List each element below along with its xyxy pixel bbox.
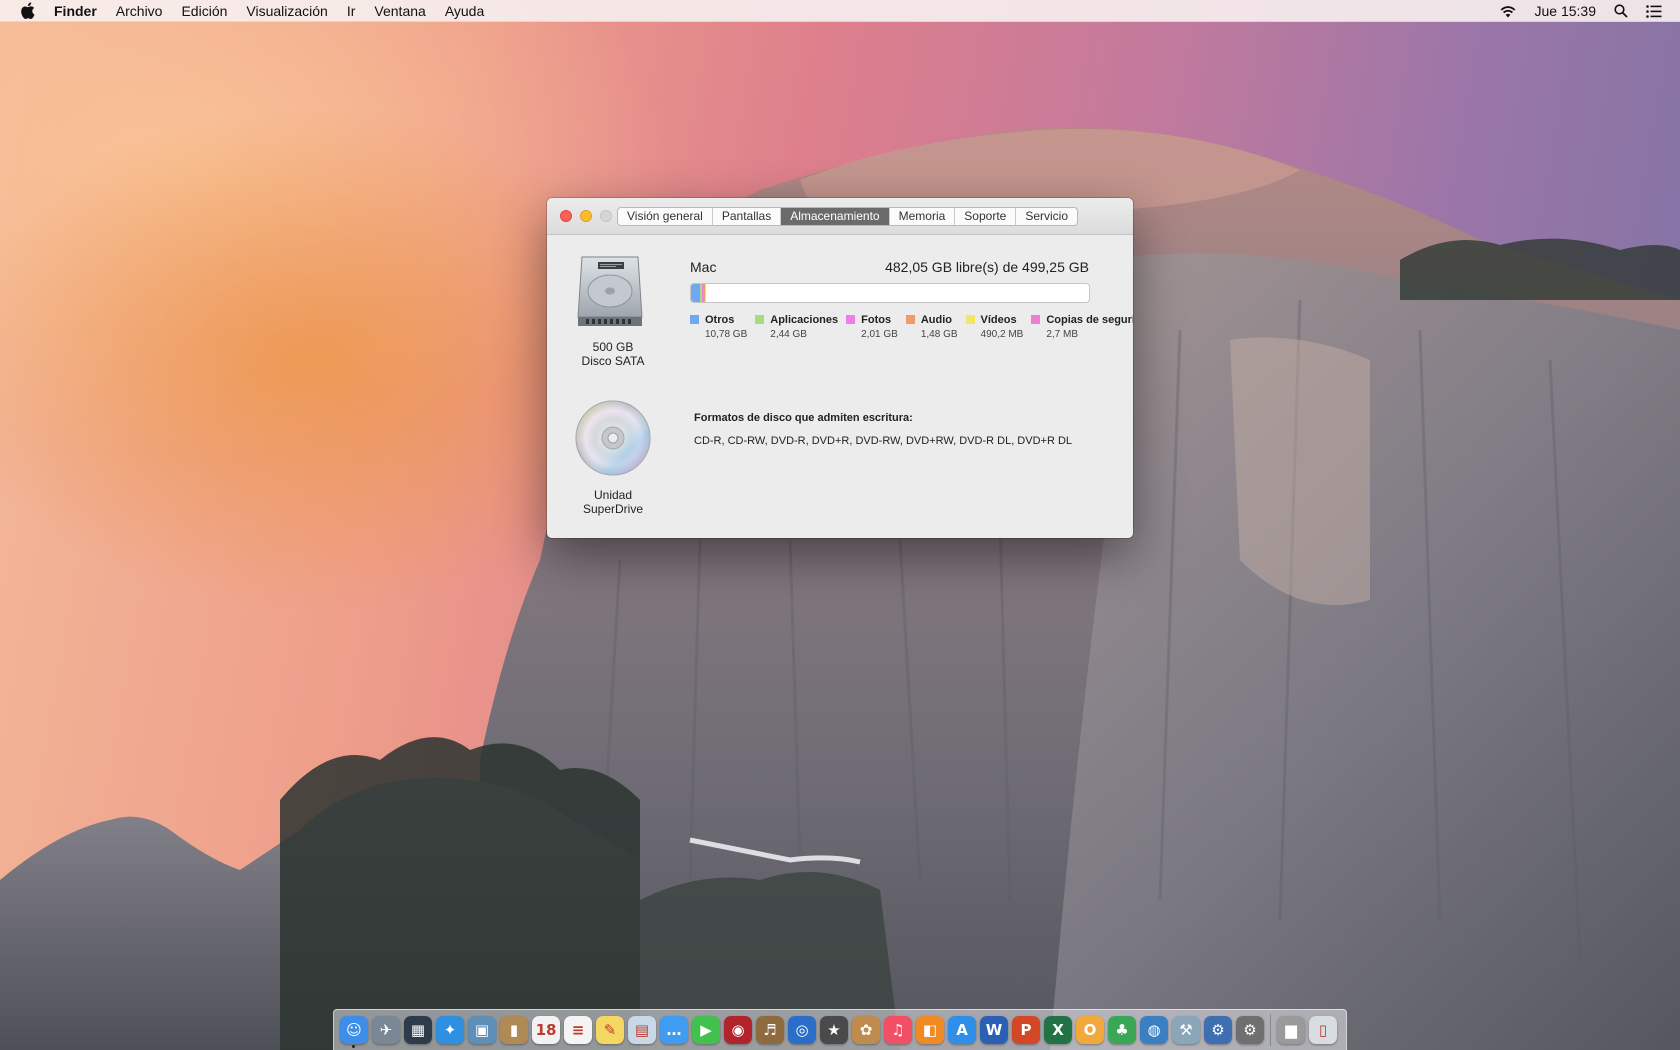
ibooks-icon[interactable]: ◧ [916,1016,944,1044]
menu-extras: Jue 15:39 [1499,0,1680,22]
tab-pantallas[interactable]: Pantallas [713,208,782,225]
contacts-icon[interactable]: ▮ [500,1016,528,1044]
messages-icon[interactable]: … [660,1016,688,1044]
dock-separator [1270,1014,1271,1046]
word-icon[interactable]: W [980,1016,1008,1044]
legend-swatch [755,315,765,324]
mission-control-icon[interactable]: ▦ [404,1016,432,1044]
powerpoint-icon[interactable]: P [1012,1016,1040,1044]
legend-swatch [1031,315,1041,324]
notification-center-icon[interactable] [1646,4,1662,18]
menu-app-name[interactable]: Finder [54,3,97,19]
xcode-icon[interactable]: ⚙ [1204,1016,1232,1044]
system-preferences-icon[interactable]: ⚙ [1236,1016,1264,1044]
legend-name: Copias de seguridad [1046,314,1133,326]
legend-audio: Audio 1,48 GB [905,313,958,342]
volume-free-space: 482,05 GB libre(s) de 499,25 GB [885,259,1089,275]
photo-booth-icon[interactable]: ◉ [724,1016,752,1044]
dvd-player-icon[interactable]: ◎ [788,1016,816,1044]
writable-formats-title: Formatos de disco que admiten escritura: [694,412,913,424]
legend-size: 490,2 MB [980,329,1024,340]
garageband-icon[interactable]: ♬ [756,1016,784,1044]
legend-swatch [846,315,856,324]
volume-name: Mac [690,259,717,275]
menu-ventana[interactable]: Ventana [374,3,425,19]
legend-swatch [905,315,915,324]
storage-usage-bar [690,283,1090,303]
apple-menu-icon[interactable] [20,2,36,19]
facetime-icon[interactable]: ▶ [692,1016,720,1044]
network-globe-icon[interactable]: ◍ [1140,1016,1168,1044]
safari-icon[interactable]: ✦ [436,1016,464,1044]
minimize-button[interactable] [580,210,592,222]
trash-icon[interactable]: ▯ [1309,1016,1337,1044]
storage-segment [691,284,700,302]
menu-ir[interactable]: Ir [347,3,356,19]
disk-capacity: 500 GB [592,340,634,354]
calendar-icon[interactable]: 18 [532,1016,560,1044]
preview-icon[interactable]: ▣ [468,1016,496,1044]
legend-otros: Otros 10,78 GB [690,313,747,342]
finder-icon[interactable]: ☺ [340,1016,368,1044]
window-titlebar[interactable]: Visión general Pantallas Almacenamiento … [547,198,1133,235]
utility-icon[interactable]: ⚒ [1172,1016,1200,1044]
optical-disc-icon [575,400,651,476]
wifi-icon[interactable] [1499,5,1517,18]
close-button[interactable] [560,210,572,222]
excel-icon[interactable]: X [1044,1016,1072,1044]
dock: ☺ ✈ ▦ ✦ ▣ ▮ 18 ≡ ✎ ▤… ▶ ◉ ♬ ◎ ★ ✿ ♫ ◧ A W P X O ♣ ◍ ⚒ ⚙ ⚙ ▆ ▯ [333,1009,1347,1050]
legend-size: 10,78 GB [705,329,748,340]
downloads-stack-icon[interactable]: ▆ [1277,1016,1305,1044]
disk-type: Disco SATA [581,354,645,368]
legend-size: 2,44 GB [770,329,807,340]
menu-visualizacion[interactable]: Visualización [246,3,327,19]
menu-bar: Finder Archivo Edición Visualización Ir … [0,0,1680,22]
launchpad-icon[interactable]: ✈ [372,1016,400,1044]
legend-copias: Copias de seguridad 2,7 MB [1031,313,1133,342]
hard-disk-icon [577,256,643,326]
app-store-icon[interactable]: A [948,1016,976,1044]
iphoto-icon[interactable]: ✿ [852,1016,880,1044]
legend-size: 2,7 MB [1046,329,1079,340]
imovie-icon[interactable]: ★ [820,1016,848,1044]
zoom-button [600,210,612,222]
storage-legend: Otros 10,78 GB Aplicaciones 2,44 GB Foto… [690,313,1133,342]
legend-swatch [965,315,975,324]
storage-panel: 500 GB Disco SATA Mac 482,05 GB libre(s)… [547,235,1133,538]
tab-servicio[interactable]: Servicio [1016,208,1077,225]
legend-size: 2,01 GB [861,329,898,340]
legend-name: Aplicaciones [770,314,839,326]
legend-aplicaciones: Aplicaciones 2,44 GB [755,313,838,342]
legend-fotos: Fotos 2,01 GB [846,313,898,342]
optical-drive-name: Unidad SuperDrive [582,488,644,516]
tab-memoria[interactable]: Memoria [890,208,956,225]
tab-bar: Visión general Pantallas Almacenamiento … [617,207,1079,226]
spotlight-icon[interactable] [1614,4,1628,18]
menu-archivo[interactable]: Archivo [116,3,163,19]
menu-ayuda[interactable]: Ayuda [445,3,484,19]
outlook-icon[interactable]: O [1076,1016,1104,1044]
tab-almacenamiento[interactable]: Almacenamiento [781,208,890,225]
messenger-icon[interactable]: ♣ [1108,1016,1136,1044]
clock[interactable]: Jue 15:39 [1535,3,1597,19]
photo-browser-icon[interactable]: ▤ [628,1016,656,1044]
tab-vision-general[interactable]: Visión general [618,208,713,225]
notes-icon[interactable]: ✎ [596,1016,624,1044]
about-this-mac-window: Visión general Pantallas Almacenamiento … [547,198,1133,538]
menu-edicion[interactable]: Edición [181,3,227,19]
itunes-icon[interactable]: ♫ [884,1016,912,1044]
writable-formats-list: CD-R, CD-RW, DVD-R, DVD+R, DVD-RW, DVD+R… [694,435,1073,447]
reminders-icon[interactable]: ≡ [564,1016,592,1044]
legend-size: 1,48 GB [920,329,958,340]
tab-soporte[interactable]: Soporte [955,208,1017,225]
finder-running-indicator [352,1045,355,1048]
legend-swatch [690,315,699,324]
legend-videos: Vídeos 490,2 MB [965,313,1024,342]
